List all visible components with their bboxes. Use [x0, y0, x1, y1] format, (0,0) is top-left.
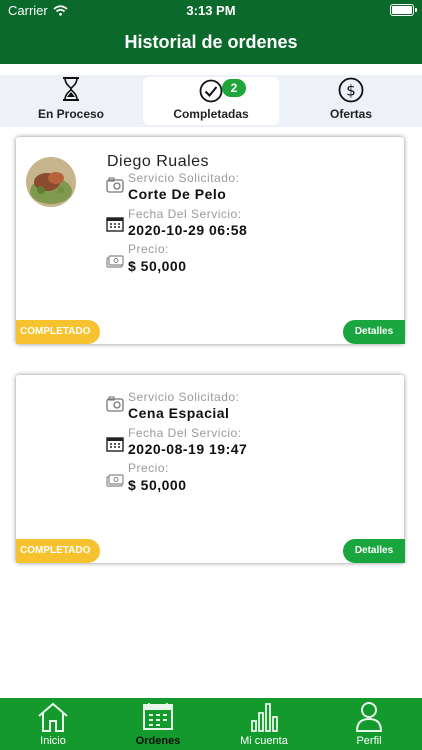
service-label: Servicio Solicitado:	[128, 390, 240, 404]
date-label: Fecha Del Servicio:	[128, 207, 242, 221]
price-label: Precio:	[128, 242, 169, 256]
status-time: 3:13 PM	[186, 3, 236, 18]
check-circle-icon	[199, 79, 223, 103]
details-button[interactable]: Detalles	[343, 539, 405, 563]
tab-ofertas[interactable]: $ Ofertas	[280, 75, 422, 127]
camera-icon	[106, 177, 124, 193]
status-badge: COMPLETADO	[16, 539, 100, 563]
calendar-icon	[106, 437, 124, 452]
tab-ofertas-label: Ofertas	[329, 107, 373, 121]
nav-item-inicio[interactable]: Inicio	[13, 698, 93, 750]
service-label: Servicio Solicitado:	[128, 171, 240, 185]
details-button[interactable]: Detalles	[343, 320, 405, 344]
order-card[interactable]: Diego Ruales Servicio Solicitado: Corte …	[16, 137, 405, 344]
order-tabs: En Proceso Completadas $ Ofertas	[0, 75, 422, 127]
tab-completadas[interactable]: Completadas	[143, 77, 279, 125]
date-label: Fecha Del Servicio:	[128, 426, 242, 440]
avatar	[26, 157, 76, 207]
camera-icon	[106, 396, 124, 412]
battery-icon	[390, 4, 417, 16]
service-value: Corte De Pelo	[128, 186, 227, 202]
dollar-circle-icon: $	[338, 77, 364, 103]
tab-en-proceso-label: En Proceso	[37, 107, 105, 121]
tab-en-proceso[interactable]: En Proceso	[0, 75, 142, 127]
user-icon	[355, 702, 383, 732]
order-card[interactable]: Servicio Solicitado: Cena Espacial Fecha…	[16, 375, 405, 563]
svg-text:$: $	[346, 82, 356, 100]
nav-item-ordenes[interactable]: Ordenes	[118, 698, 198, 750]
nav-label-perfil: Perfil	[356, 735, 382, 747]
calendar-icon	[106, 217, 124, 232]
calendar-icon	[143, 703, 173, 730]
customer-name: Diego Ruales	[107, 153, 210, 170]
completed-count-badge: 2	[222, 79, 246, 97]
cash-icon	[106, 474, 124, 487]
status-bar: Carrier 3:13 PM	[0, 0, 422, 22]
tab-completadas-label: Completadas	[173, 107, 249, 121]
home-icon	[38, 702, 68, 732]
price-label: Precio:	[128, 461, 169, 475]
nav-label-mi-cuenta: Mi cuenta	[240, 735, 288, 747]
status-badge: COMPLETADO	[16, 320, 100, 344]
bar-chart-icon	[251, 703, 278, 732]
bottom-nav: Inicio Ordenes Mi cuenta Perfil	[0, 698, 422, 750]
nav-label-ordenes: Ordenes	[135, 735, 181, 747]
nav-label-inicio: Inicio	[40, 735, 66, 747]
nav-header: Historial de ordenes	[0, 22, 422, 64]
nav-item-mi-cuenta[interactable]: Mi cuenta	[224, 698, 304, 750]
nav-item-perfil[interactable]: Perfil	[329, 698, 409, 750]
page-title: Historial de ordenes	[124, 32, 298, 52]
date-value: 2020-10-29 06:58	[128, 222, 248, 238]
cash-icon	[106, 255, 124, 268]
date-value: 2020-08-19 19:47	[128, 441, 248, 457]
service-value: Cena Espacial	[128, 405, 230, 421]
price-value: $ 50,000	[128, 477, 187, 493]
price-value: $ 50,000	[128, 258, 187, 274]
hourglass-icon	[63, 77, 79, 101]
